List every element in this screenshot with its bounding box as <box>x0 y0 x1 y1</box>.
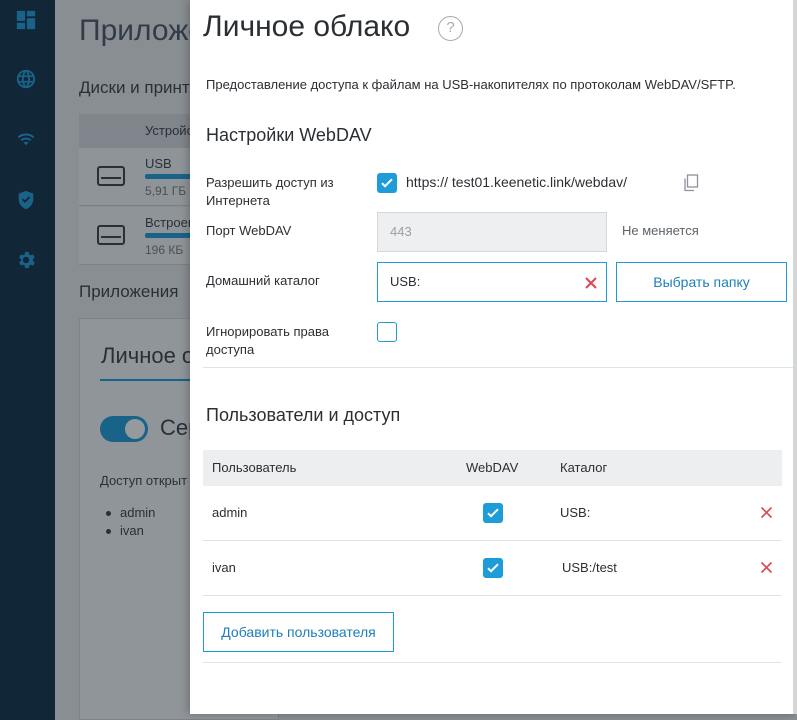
user-catalog: USB:/test <box>562 560 617 575</box>
panel-description: Предоставление доступа к файлам на USB-н… <box>206 77 736 92</box>
help-icon[interactable]: ? <box>438 16 463 41</box>
gear-icon[interactable] <box>14 248 38 272</box>
dashboard-icon[interactable] <box>14 8 38 32</box>
user-catalog: USB: <box>560 505 591 520</box>
webdav-section-title: Настройки WebDAV <box>206 125 372 145</box>
hard-drive-icon <box>97 225 125 245</box>
choose-folder-button[interactable]: Выбрать папку <box>616 262 787 302</box>
hard-drive-icon <box>97 166 125 186</box>
bg-apps-title: Приложения <box>79 282 179 301</box>
bg-disk-size: 5,91 ГБ <box>145 184 187 198</box>
internet-access-checkbox[interactable] <box>377 173 397 193</box>
table-row[interactable]: admin USB: <box>203 486 782 541</box>
personal-cloud-panel: Личное облако ? Предоставление доступа к… <box>190 0 797 714</box>
check-icon <box>487 563 499 573</box>
bg-user-item: admin <box>105 505 156 520</box>
bg-user-item: ivan <box>106 523 144 538</box>
user-name: ivan <box>212 560 236 575</box>
delete-icon[interactable] <box>760 506 773 519</box>
bg-access-text: Доступ открыт <box>100 473 188 488</box>
table-row[interactable]: ivan USB:/test <box>203 541 782 596</box>
clear-icon[interactable] <box>584 276 598 290</box>
delete-icon[interactable] <box>760 561 773 574</box>
webdav-url: https:// test01.keenetic.link/webdav/ <box>406 174 628 190</box>
bg-disk-name: USB <box>145 156 172 171</box>
webdav-checkbox[interactable] <box>483 503 503 523</box>
panel-title: Личное облако <box>203 10 411 43</box>
column-webdav: WebDAV <box>466 460 519 475</box>
home-dir-label: Домашний каталог <box>206 273 320 288</box>
column-user: Пользователь <box>212 460 297 475</box>
internet-access-label: Разрешить доступ из Интернета <box>206 175 334 208</box>
footer-divider <box>203 662 782 663</box>
add-user-button[interactable]: Добавить пользователя <box>203 612 394 652</box>
check-icon <box>381 178 393 188</box>
wifi-icon[interactable] <box>14 127 38 151</box>
shield-icon[interactable] <box>14 188 38 212</box>
ignore-rights-checkbox[interactable] <box>377 322 397 342</box>
users-section-title: Пользователи и доступ <box>206 405 401 425</box>
sidebar <box>0 0 55 720</box>
port-input: 443 <box>377 212 607 252</box>
users-table-header: Пользователь WebDAV Каталог <box>203 450 782 486</box>
section-divider <box>203 367 797 368</box>
column-catalog: Каталог <box>560 460 608 475</box>
bg-service-toggle[interactable] <box>100 416 148 442</box>
globe-icon[interactable] <box>14 67 38 91</box>
webdav-checkbox[interactable] <box>483 558 503 578</box>
port-note: Не меняется <box>622 223 699 238</box>
copy-icon[interactable] <box>683 174 699 192</box>
port-label: Порт WebDAV <box>206 223 292 238</box>
user-name: admin <box>212 505 248 520</box>
ignore-rights-label: Игнорировать права доступа <box>206 324 329 357</box>
check-icon <box>487 508 499 518</box>
bg-disk-size: 196 КБ <box>145 243 184 257</box>
home-dir-input[interactable]: USB: <box>377 262 607 302</box>
scrollbar[interactable] <box>793 0 797 714</box>
